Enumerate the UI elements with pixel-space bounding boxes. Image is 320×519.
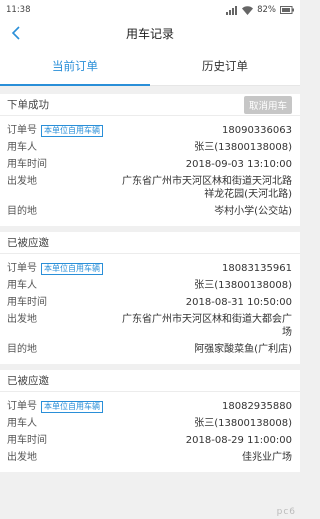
chevron-left-icon bbox=[11, 26, 20, 40]
origin-label: 出发地 bbox=[7, 452, 37, 463]
time-row: 用车时间 2018-09-03 13:10:00 bbox=[7, 158, 292, 171]
order-card-header: 已被应邀 bbox=[0, 232, 300, 254]
order-number-row: 订单号 本单位自用车辆 18090336063 bbox=[7, 124, 292, 137]
order-tabs: 当前订单 历史订单 bbox=[0, 46, 300, 86]
time-row: 用车时间 2018-08-31 10:50:00 bbox=[7, 296, 292, 309]
order-card-header: 已被应邀 bbox=[0, 370, 300, 392]
user-label: 用车人 bbox=[7, 142, 37, 153]
order-number-label: 订单号 bbox=[7, 401, 37, 412]
battery-level: 82% bbox=[257, 5, 276, 15]
order-number-row: 订单号 本单位自用车辆 18083135961 bbox=[7, 262, 292, 275]
wifi-icon bbox=[242, 5, 254, 15]
status-bar: 11:38 82% bbox=[0, 0, 300, 20]
destination-label: 目的地 bbox=[7, 206, 37, 217]
time-value: 2018-08-31 10:50:00 bbox=[185, 297, 292, 308]
tab-label: 当前订单 bbox=[52, 58, 98, 73]
user-row: 用车人 张三(13800138008) bbox=[7, 417, 292, 430]
watermark: pc6 bbox=[276, 507, 296, 517]
origin-value: 广东省广州市天河区林和街道天河北路祥龙花园(天河北路) bbox=[122, 176, 292, 200]
vehicle-type-badge: 本单位自用车辆 bbox=[41, 124, 103, 137]
user-label: 用车人 bbox=[7, 280, 37, 291]
order-status: 已被应邀 bbox=[7, 375, 49, 387]
user-value: 张三(13800138008) bbox=[194, 280, 292, 291]
origin-row: 出发地 广东省广州市天河区林和街道大都会广场 bbox=[7, 313, 292, 339]
order-number: 18082935880 bbox=[222, 401, 292, 412]
vehicle-type-badge: 本单位自用车辆 bbox=[41, 400, 103, 413]
back-button[interactable] bbox=[6, 23, 26, 43]
destination-value: 岑村小学(公交站) bbox=[214, 206, 292, 217]
origin-value: 广东省广州市天河区林和街道大都会广场 bbox=[122, 314, 292, 338]
time-label: 用车时间 bbox=[7, 435, 47, 446]
order-number: 18090336063 bbox=[222, 125, 292, 136]
time-row: 用车时间 2018-08-29 11:00:00 bbox=[7, 434, 292, 447]
tab-current-orders[interactable]: 当前订单 bbox=[0, 46, 150, 86]
time-value: 2018-08-29 11:00:00 bbox=[185, 435, 292, 446]
status-time: 11:38 bbox=[6, 5, 31, 15]
user-label: 用车人 bbox=[7, 418, 37, 429]
time-label: 用车时间 bbox=[7, 297, 47, 308]
destination-value: 佳兆业广场 bbox=[242, 452, 292, 463]
vehicle-type-badge: 本单位自用车辆 bbox=[41, 262, 103, 275]
order-number-row: 订单号 本单位自用车辆 18082935880 bbox=[7, 400, 292, 413]
status-icons: 82% bbox=[226, 5, 294, 15]
order-status: 下单成功 bbox=[7, 99, 49, 111]
origin-row: 出发地 广东省广州市天河区林和街道天河北路祥龙花园(天河北路) bbox=[7, 175, 292, 201]
time-value: 2018-09-03 13:10:00 bbox=[185, 159, 292, 170]
user-row: 用车人 张三(13800138008) bbox=[7, 141, 292, 154]
page-title: 用车记录 bbox=[125, 26, 174, 41]
order-number: 18083135961 bbox=[222, 263, 292, 274]
destination-row: 目的地 岑村小学(公交站) bbox=[7, 205, 292, 218]
cancel-order-button[interactable]: 取消用车 bbox=[243, 95, 292, 114]
order-card[interactable]: 已被应邀 订单号 本单位自用车辆 18082935880 用车人 张三(13800… bbox=[0, 370, 300, 472]
origin-row: 出发地 佳兆业广场 bbox=[7, 451, 292, 464]
destination-label: 目的地 bbox=[7, 344, 37, 355]
destination-value: 阿强家酸菜鱼(广利店) bbox=[194, 344, 292, 355]
origin-label: 出发地 bbox=[7, 176, 37, 187]
signal-icon bbox=[226, 5, 238, 15]
time-label: 用车时间 bbox=[7, 159, 47, 170]
destination-row: 目的地 阿强家酸菜鱼(广利店) bbox=[7, 343, 292, 356]
user-value: 张三(13800138008) bbox=[194, 418, 292, 429]
order-card-header: 下单成功 取消用车 bbox=[0, 94, 300, 116]
user-row: 用车人 张三(13800138008) bbox=[7, 279, 292, 292]
origin-label: 出发地 bbox=[7, 314, 37, 325]
order-number-label: 订单号 bbox=[7, 125, 37, 136]
tab-label: 历史订单 bbox=[202, 58, 248, 73]
order-card[interactable]: 下单成功 取消用车 订单号 本单位自用车辆 18090336063 用车人 张三(… bbox=[0, 94, 300, 226]
order-number-label: 订单号 bbox=[7, 263, 37, 274]
tab-history-orders[interactable]: 历史订单 bbox=[150, 46, 300, 85]
order-card[interactable]: 已被应邀 订单号 本单位自用车辆 18083135961 用车人 张三(13800… bbox=[0, 232, 300, 364]
order-status: 已被应邀 bbox=[7, 237, 49, 249]
user-value: 张三(13800138008) bbox=[194, 142, 292, 153]
battery-icon bbox=[280, 6, 294, 14]
nav-bar: 用车记录 bbox=[0, 20, 300, 46]
